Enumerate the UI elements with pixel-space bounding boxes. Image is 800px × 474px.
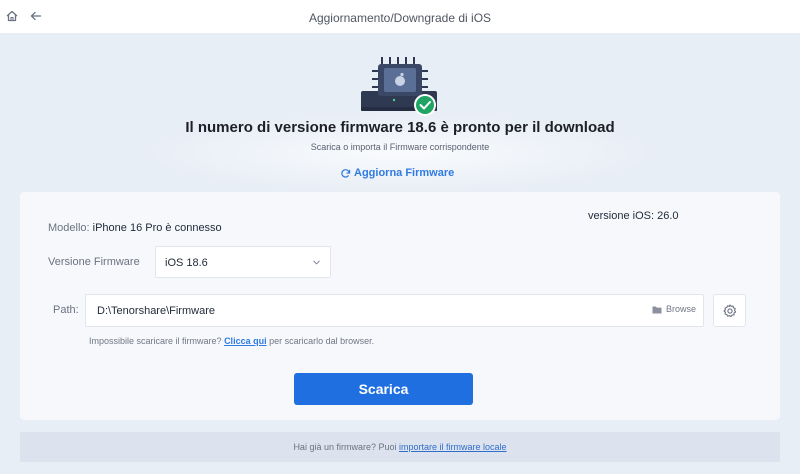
model-value: iPhone 16 Pro è connesso — [92, 222, 222, 234]
firmware-chip-icon — [361, 57, 437, 116]
firmware-version-select[interactable]: iOS 18.6 — [155, 246, 331, 278]
download-hint: Impossibile scaricare il firmware? Clicc… — [89, 336, 374, 346]
refresh-icon — [341, 168, 351, 178]
settings-button[interactable] — [713, 294, 746, 327]
update-firmware-label: Aggiorna Firmware — [354, 167, 455, 179]
firmware-ready-headline: Il numero di versione firmware 18.6 è pr… — [185, 119, 615, 136]
browse-label: Browse — [666, 304, 697, 314]
hint-text-before: Impossibile scaricare il firmware? — [89, 336, 222, 346]
gear-icon — [723, 304, 737, 318]
window-title: Aggiornamento/Downgrade di iOS — [308, 11, 492, 25]
firmware-version-selected: iOS 18.6 — [165, 257, 208, 269]
update-firmware-link[interactable]: Aggiorna Firmware — [340, 165, 454, 181]
firmware-card: versione iOS: 26.0 Modello: iPhone 16 Pr… — [20, 192, 780, 420]
import-local-firmware-link[interactable]: importare il firmware locale — [399, 442, 507, 452]
firmware-subline: Scarica o importa il Firmware corrispond… — [310, 142, 490, 152]
download-button[interactable]: Scarica — [294, 373, 473, 405]
path-label: Path: — [53, 304, 79, 316]
folder-icon — [652, 306, 662, 313]
model-row: Modello: iPhone 16 Pro è connesso — [48, 222, 222, 234]
ios-version-label: versione iOS: 26.0 — [588, 210, 679, 222]
chevron-down-icon — [313, 260, 320, 265]
import-prefix: Hai già un firmware? Puoi — [293, 442, 397, 452]
model-label: Modello: — [48, 222, 90, 234]
click-here-link[interactable]: Clicca qui — [224, 336, 267, 346]
firmware-version-label: Versione Firmware — [48, 256, 140, 268]
path-input[interactable] — [85, 294, 704, 327]
import-local-firmware-bar: Hai già un firmware? Puoi importare il f… — [20, 432, 780, 462]
hint-text-after: per scaricarlo dal browser. — [269, 336, 375, 346]
title-bar: Aggiornamento/Downgrade di iOS — [0, 0, 800, 33]
browse-button[interactable]: Browse — [652, 304, 696, 314]
